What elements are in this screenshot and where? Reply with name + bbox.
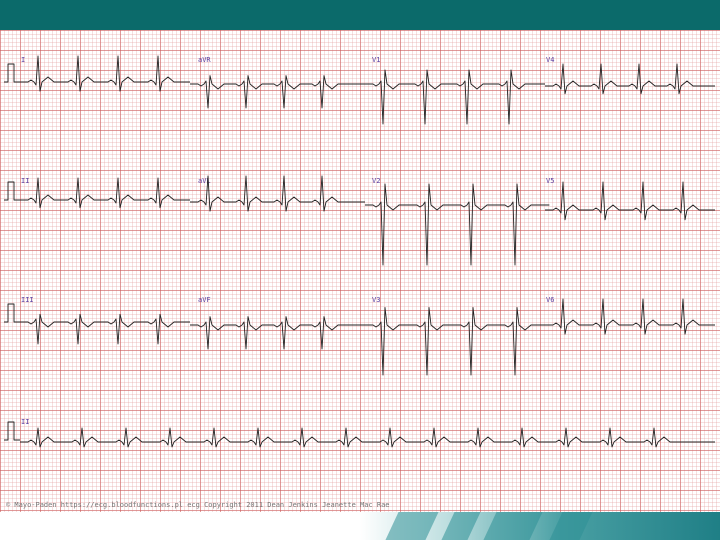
trace-lead-aVR <box>190 75 365 109</box>
footer-decorative-band <box>0 512 720 540</box>
trace-lead-aVL <box>190 175 365 212</box>
trace-lead-aVF <box>190 316 365 350</box>
trace-rhythm-strip <box>20 427 715 448</box>
trace-lead-II <box>20 177 190 209</box>
calibration-pulse <box>4 63 20 83</box>
trace-lead-V5 <box>545 181 715 221</box>
calibration-pulse <box>4 303 20 323</box>
trace-lead-V4 <box>545 63 715 95</box>
trace-lead-I <box>20 55 190 92</box>
calibration-pulse <box>4 421 20 441</box>
trace-lead-III <box>20 313 190 345</box>
trace-lead-V1 <box>365 69 545 125</box>
trace-lead-V3 <box>365 307 550 376</box>
trace-lead-V2 <box>365 183 550 266</box>
calibration-pulse <box>4 181 20 201</box>
ecg-traces <box>4 55 715 448</box>
footer-copyright: © Mayo-Paden https://ecg.bloodfunctions.… <box>6 501 390 509</box>
trace-lead-V6 <box>545 298 715 335</box>
